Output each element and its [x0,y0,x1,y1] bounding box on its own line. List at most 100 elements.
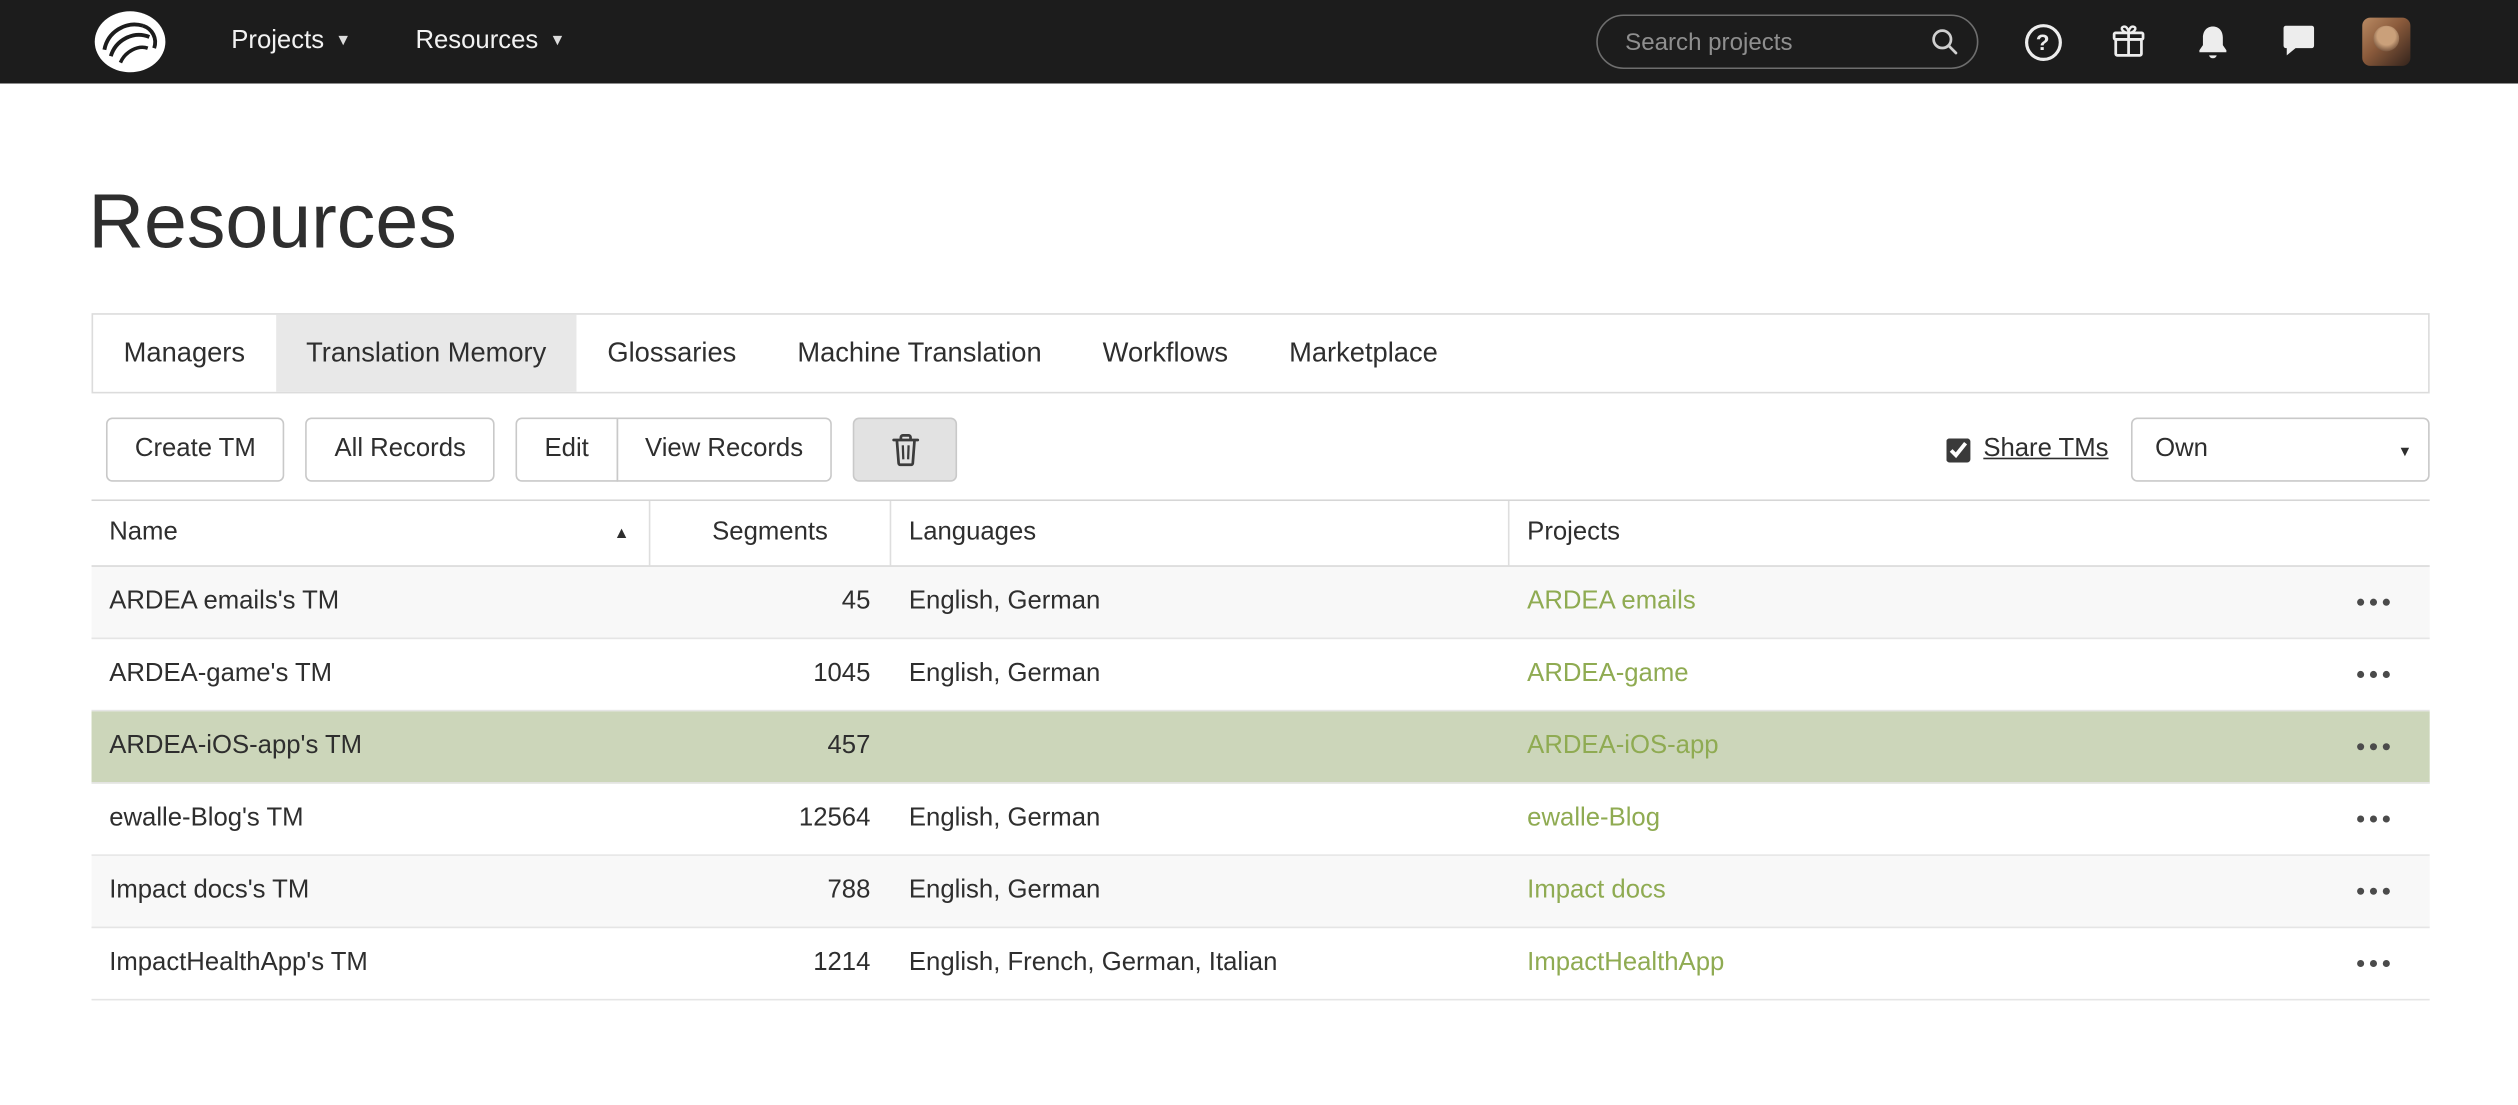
ellipsis-icon [2356,597,2391,607]
chat-icon [2280,24,2317,59]
help-button[interactable]: ? [2022,21,2064,63]
user-avatar[interactable] [2362,18,2410,66]
project-link[interactable]: ImpactHealthApp [1527,949,1724,978]
table-row-selected[interactable]: ARDEA-iOS-app's TM 457 ARDEA-iOS-app [92,711,2430,783]
tab-machine-translation[interactable]: Machine Translation [767,315,1072,392]
tm-segments-count: 1045 [650,660,891,689]
ellipsis-icon [2356,959,2391,969]
tm-languages: English, French, German, Italian [891,949,1509,978]
share-tms-control: Share TMs [1946,435,2108,464]
toolbar-right-cluster: Share TMs Own ▼ [1946,418,2429,482]
project-link[interactable]: ewalle-Blog [1527,805,1660,834]
tm-table: Name ▲ Segments Languages Projects ARDEA… [92,499,2430,1000]
column-header-name[interactable]: Name ▲ [92,501,651,565]
tab-marketplace[interactable]: Marketplace [1259,315,1469,392]
tm-name: ARDEA emails's TM [92,588,651,617]
tab-translation-memory[interactable]: Translation Memory [276,315,577,392]
ellipsis-icon [2356,814,2391,824]
tab-managers[interactable]: Managers [93,315,275,392]
tm-projects-cell: Impact docs [1510,877,2430,906]
row-actions-menu-button[interactable] [2349,660,2397,689]
tm-table-header: Name ▲ Segments Languages Projects [92,499,2430,566]
tm-name: ARDEA-game's TM [92,660,651,689]
ellipsis-icon [2356,670,2391,680]
column-header-projects[interactable]: Projects [1510,501,2430,565]
project-link[interactable]: ARDEA emails [1527,588,1695,617]
tm-languages: English, German [891,805,1509,834]
tm-segments-count: 1214 [650,949,891,978]
row-actions-menu-button[interactable] [2349,877,2397,906]
ellipsis-icon [2356,742,2391,752]
page-title: Resources [88,177,2518,270]
trash-icon [889,432,921,467]
chevron-down-icon: ▼ [335,34,351,50]
row-actions-menu-button[interactable] [2349,588,2397,617]
row-actions-menu-button[interactable] [2349,732,2397,761]
tm-scope-selected-value: Own [2155,435,2208,464]
tm-projects-cell: ARDEA emails [1510,588,2430,617]
column-header-languages-label: Languages [909,519,1036,548]
row-actions-menu-button[interactable] [2349,805,2397,834]
column-header-segments[interactable]: Segments [650,501,891,565]
tm-scope-select[interactable]: Own ▼ [2131,418,2430,482]
tm-projects-cell: ewalle-Blog [1510,805,2430,834]
main-nav: Projects ▼ Resources ▼ [231,27,565,56]
bell-icon [2195,23,2230,60]
table-row[interactable]: ImpactHealthApp's TM 1214 English, Frenc… [92,928,2430,1000]
tm-languages: English, German [891,660,1509,689]
gift-icon [2109,23,2146,60]
edit-button[interactable]: Edit [516,418,618,482]
tm-name: ARDEA-iOS-app's TM [92,732,651,761]
sort-asc-icon: ▲ [614,524,630,542]
tm-table-body: ARDEA emails's TM 45 English, German ARD… [92,567,2430,1001]
all-records-button[interactable]: All Records [306,418,495,482]
app-logo-icon[interactable] [93,10,167,74]
nav-projects-menu[interactable]: Projects ▼ [231,27,351,56]
table-row[interactable]: ewalle-Blog's TM 12564 English, German e… [92,784,2430,856]
notifications-button[interactable] [2192,21,2234,63]
resources-tab-bar: Managers Translation Memory Glossaries M… [92,313,2430,393]
tab-glossaries[interactable]: Glossaries [577,315,767,392]
messages-button[interactable] [2277,21,2319,63]
create-tm-button[interactable]: Create TM [106,418,285,482]
tm-segments-count: 45 [650,588,891,617]
table-row[interactable]: ARDEA emails's TM 45 English, German ARD… [92,567,2430,639]
project-link[interactable]: ARDEA-iOS-app [1527,732,1718,761]
tm-segments-count: 457 [650,732,891,761]
ellipsis-icon [2356,886,2391,896]
project-link[interactable]: Impact docs [1527,877,1666,906]
project-link[interactable]: ARDEA-game [1527,660,1688,689]
tab-workflows[interactable]: Workflows [1072,315,1258,392]
tm-name: Impact docs's TM [92,877,651,906]
view-records-button[interactable]: View Records [616,418,832,482]
delete-tm-button[interactable] [853,418,957,482]
chevron-down-icon: ▼ [2398,443,2412,459]
tm-toolbar: Create TM All Records Edit View Records … [92,418,2430,482]
share-tms-checkbox[interactable] [1946,438,1970,462]
tm-segments-count: 12564 [650,805,891,834]
tm-projects-cell: ARDEA-game [1510,660,2430,689]
tm-languages: English, German [891,588,1509,617]
column-header-projects-label: Projects [1527,519,1620,548]
edit-view-button-group: Edit View Records [516,418,832,482]
gift-button[interactable] [2107,21,2149,63]
search-container [1596,14,1978,69]
chevron-down-icon: ▼ [550,34,566,50]
column-header-languages[interactable]: Languages [891,501,1509,565]
table-row[interactable]: ARDEA-game's TM 1045 English, German ARD… [92,639,2430,711]
row-actions-menu-button[interactable] [2349,949,2397,978]
tm-languages: English, German [891,877,1509,906]
tm-segments-count: 788 [650,877,891,906]
help-icon: ? [2024,23,2061,60]
top-navigation-bar: Projects ▼ Resources ▼ ? [0,0,2518,84]
tm-projects-cell: ARDEA-iOS-app [1510,732,2430,761]
topbar-right-cluster: ? [1596,14,2410,69]
share-tms-label[interactable]: Share TMs [1983,435,2108,464]
nav-resources-menu[interactable]: Resources ▼ [415,27,565,56]
column-header-segments-label: Segments [712,519,828,548]
column-header-name-label: Name [109,519,178,548]
tm-projects-cell: ImpactHealthApp [1510,949,2430,978]
tm-name: ImpactHealthApp's TM [92,949,651,978]
search-input[interactable] [1596,14,1978,69]
table-row[interactable]: Impact docs's TM 788 English, German Imp… [92,856,2430,928]
